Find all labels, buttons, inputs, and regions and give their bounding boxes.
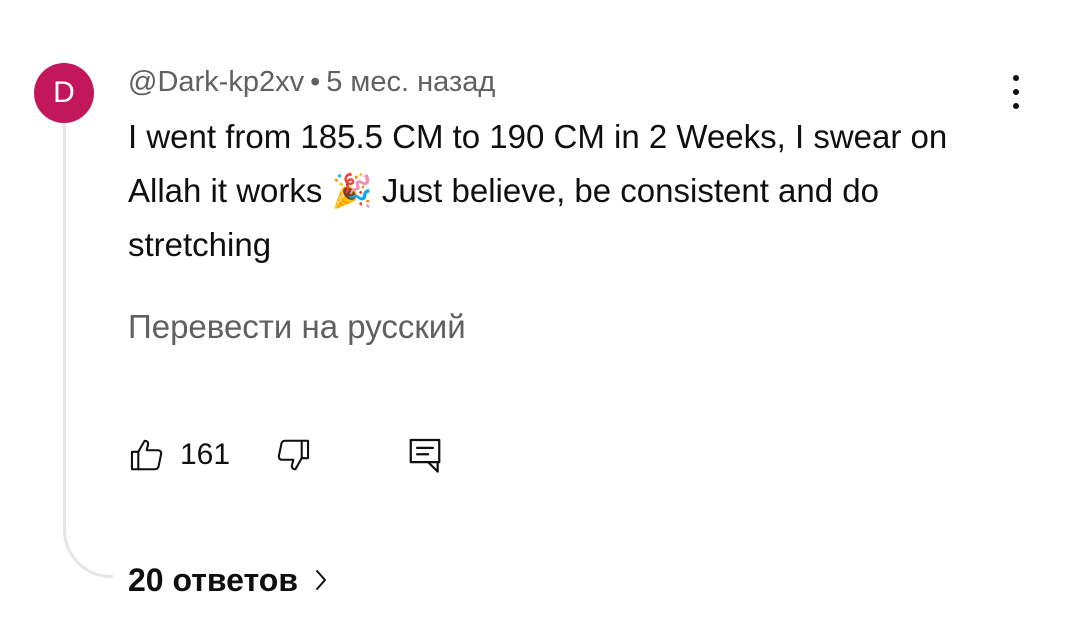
dislike-button[interactable] — [274, 430, 318, 480]
comment-timestamp: 5 мес. назад — [326, 66, 496, 98]
comment-reply-icon — [409, 438, 441, 473]
replies-count-label: 20 ответов — [128, 561, 298, 598]
more-vert-icon — [1013, 75, 1019, 81]
more-options-button[interactable] — [998, 70, 1034, 114]
like-count: 161 — [180, 438, 231, 471]
reply-button[interactable] — [406, 430, 450, 480]
chevron-right-icon — [312, 566, 330, 594]
avatar[interactable]: D — [34, 63, 94, 123]
comment-text: I went from 185.5 CM to 190 CM in 2 Week… — [128, 110, 1008, 272]
comment-header: @Dark-kp2xv • 5 мес. назад — [128, 66, 495, 99]
author-handle[interactable]: @Dark-kp2xv — [128, 66, 304, 98]
translate-link[interactable]: Перевести на русский — [128, 308, 466, 346]
party-popper-emoji: 🎉 — [331, 172, 373, 209]
thread-line — [63, 122, 113, 578]
view-replies-button[interactable]: 20 ответов — [128, 556, 330, 604]
like-button[interactable]: 161 — [128, 430, 238, 480]
avatar-letter: D — [53, 76, 75, 109]
thumb-down-icon — [277, 439, 310, 471]
thumb-up-icon — [130, 439, 163, 471]
meta-separator: • — [310, 66, 321, 98]
